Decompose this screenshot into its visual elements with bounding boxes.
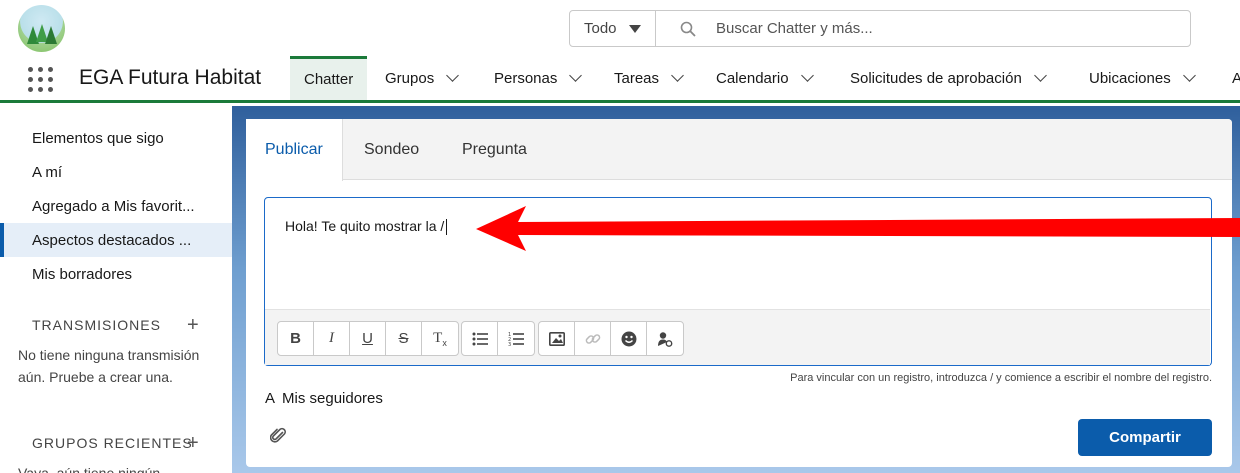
insert-link-button[interactable]: [575, 322, 611, 355]
italic-icon: I: [329, 330, 334, 346]
insert-emoji-button[interactable]: [611, 322, 647, 355]
post-text: Hola! Te quito mostrar la /: [285, 218, 445, 234]
clear-format-icon: Tx: [433, 330, 447, 348]
nav-tab-label: Tareas: [614, 69, 660, 87]
sidebar-item-label: Agregado a Mis favorit...: [32, 197, 195, 215]
format-group: B I U S Tx: [277, 321, 459, 356]
svg-text:3: 3: [508, 342, 511, 347]
insert-image-button[interactable]: [539, 322, 575, 355]
sidebar-item-label: Aspectos destacados ...: [32, 231, 192, 249]
add-group-button[interactable]: +: [187, 433, 199, 453]
tab-sondeo[interactable]: Sondeo: [364, 119, 419, 181]
publisher-card: Publicar Sondeo Pregunta Hola! Te quito …: [246, 119, 1232, 467]
rich-text-toolbar: B I U S Tx 1 2 3: [265, 309, 1210, 365]
audience-label: Mis seguidores: [282, 390, 383, 407]
record-link-hint: Para vincular con un registro, introduzc…: [790, 372, 1212, 384]
bulleted-list-icon: [472, 332, 488, 345]
bold-button[interactable]: B: [278, 322, 314, 355]
tree-icon: [45, 26, 57, 44]
audience-icon: A: [265, 390, 276, 407]
nav-tab-label: Grupos: [385, 69, 435, 87]
streams-empty-text: No tiene ninguna transmisión aún. Pruebe…: [18, 347, 200, 385]
italic-button[interactable]: I: [314, 322, 350, 355]
underline-icon: U: [362, 330, 373, 347]
tab-label: Publicar: [265, 141, 323, 158]
app-launcher-icon[interactable]: [28, 67, 54, 93]
image-icon: [548, 331, 565, 346]
nav-tab-label: Ubicaciones: [1089, 69, 1171, 87]
tab-pregunta[interactable]: Pregunta: [462, 119, 527, 181]
paperclip-icon: [269, 427, 286, 443]
sidebar-item-favoritos[interactable]: Agregado a Mis favorit...: [0, 189, 232, 223]
nav-tab-overflow[interactable]: A: [1232, 56, 1240, 100]
nav-tab-tareas[interactable]: Tareas: [614, 56, 684, 100]
app-navigation: EGA Futura Habitat Chatter Grupos Person…: [0, 56, 1240, 103]
numbered-list-button[interactable]: 1 2 3: [498, 322, 534, 355]
nav-tab-calendario[interactable]: Calendario: [716, 56, 814, 100]
recent-groups-heading: GRUPOS RECIENTES: [32, 435, 193, 451]
search-icon: [680, 21, 696, 37]
numbered-list-icon: 1 2 3: [508, 332, 524, 347]
top-header: Todo: [0, 0, 1240, 56]
strikethrough-icon: S: [398, 330, 409, 347]
nav-tab-chatter[interactable]: Chatter: [290, 56, 368, 100]
chevron-down-icon[interactable]: [1033, 69, 1047, 82]
mention-button[interactable]: [647, 322, 683, 355]
search-input[interactable]: [716, 20, 1116, 37]
tab-publicar[interactable]: Publicar: [246, 119, 343, 181]
nav-tab-label: A: [1232, 69, 1240, 87]
strikethrough-button[interactable]: S: [386, 322, 422, 355]
publisher-tabs: Publicar Sondeo Pregunta: [246, 119, 1232, 181]
tab-label: Sondeo: [364, 141, 420, 158]
nav-tab-solicitudes[interactable]: Solicitudes de aprobación: [850, 56, 1047, 100]
chevron-down-icon[interactable]: [800, 69, 814, 82]
nav-tab-ubicaciones[interactable]: Ubicaciones: [1089, 56, 1196, 100]
link-icon: [585, 333, 600, 344]
nav-tab-label: Solicitudes de aprobación: [850, 69, 1022, 87]
search-scope-select[interactable]: Todo: [570, 11, 656, 46]
tab-label: Pregunta: [462, 141, 527, 158]
list-group: 1 2 3: [461, 321, 535, 356]
nav-tab-personas[interactable]: Personas: [494, 56, 583, 100]
search-scope-label: Todo: [584, 20, 617, 37]
chevron-down-icon[interactable]: [446, 69, 460, 82]
chevron-down-icon[interactable]: [671, 69, 684, 82]
sidebar-item-aspectos-destacados[interactable]: Aspectos destacados ...: [0, 223, 232, 257]
add-stream-button[interactable]: +: [187, 315, 199, 335]
chatter-sidebar: Elementos que sigo A mí Agregado a Mis f…: [0, 106, 232, 473]
nav-tab-label: Calendario: [716, 69, 789, 87]
text-cursor: [446, 219, 448, 236]
streams-heading: TRANSMISIONES: [32, 317, 161, 333]
post-editor-content[interactable]: Hola! Te quito mostrar la /: [285, 218, 448, 236]
caret-down-icon: [628, 24, 641, 33]
attach-file-button[interactable]: [269, 427, 288, 450]
chevron-down-icon[interactable]: [569, 69, 583, 82]
insert-group: [538, 321, 684, 356]
share-button[interactable]: Compartir: [1078, 419, 1212, 456]
clear-format-button[interactable]: Tx: [422, 322, 458, 355]
nav-tab-label: Chatter: [304, 71, 354, 88]
bold-icon: B: [290, 330, 301, 347]
sidebar-item-label: Elementos que sigo: [32, 129, 164, 147]
app-name: EGA Futura Habitat: [79, 66, 262, 89]
nav-tab-label: Personas: [494, 69, 558, 87]
sidebar-item-label: Mis borradores: [32, 265, 133, 283]
annotation-arrow-icon: [476, 206, 1240, 251]
sidebar-item-mis-borradores[interactable]: Mis borradores: [0, 257, 232, 291]
nav-tab-grupos[interactable]: Grupos: [385, 56, 460, 100]
org-logo[interactable]: [18, 5, 65, 52]
search-field: [656, 11, 1190, 46]
underline-button[interactable]: U: [350, 322, 386, 355]
sidebar-item-elementos-que-sigo[interactable]: Elementos que sigo: [0, 121, 232, 155]
emoji-icon: [621, 331, 636, 346]
recent-groups-text: Vaya, aún tiene ningún: [18, 465, 161, 473]
mention-user-icon: [658, 331, 673, 347]
audience-selector[interactable]: A Mis seguidores: [265, 390, 383, 407]
chevron-down-icon[interactable]: [1182, 69, 1196, 82]
sidebar-item-a-mi[interactable]: A mí: [0, 155, 232, 189]
global-search: Todo: [569, 10, 1191, 47]
bulleted-list-button[interactable]: [462, 322, 498, 355]
sidebar-item-label: A mí: [32, 163, 63, 181]
